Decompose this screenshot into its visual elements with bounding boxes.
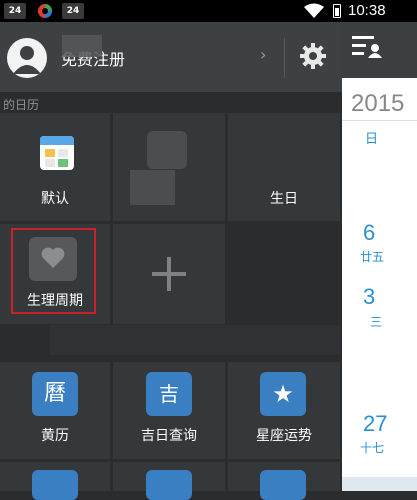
clock-icon (147, 131, 187, 169)
account-header[interactable]: 免费注册 › (0, 22, 342, 92)
tool-item[interactable] (113, 462, 225, 500)
date-number[interactable]: 27 (363, 411, 387, 437)
date-number[interactable]: 6 (363, 220, 375, 246)
lunar-date: 十七 (360, 441, 385, 455)
lunar-date: 廿五 (360, 250, 385, 264)
divider (342, 120, 417, 121)
year-label: 2015 (351, 90, 405, 117)
wifi-icon (304, 3, 324, 18)
status-bar: 24 24 10:38 (0, 0, 417, 22)
tool-lucky-day[interactable]: 吉 吉日查询 (113, 362, 225, 459)
calendar-preview-panel[interactable]: 2015 日 6 廿五 3 三 27 十七 (342, 22, 417, 491)
mosaic-patch (130, 170, 175, 205)
notification-icon: 24 (62, 3, 84, 19)
tool-label: 黄历 (41, 428, 69, 444)
chevron-right-icon: › (260, 45, 267, 64)
panel-footer (342, 477, 417, 491)
user-icon (13, 46, 41, 74)
selection-highlight (11, 228, 96, 314)
tool-item[interactable] (0, 462, 110, 500)
gear-icon[interactable] (298, 41, 328, 71)
battery-icon (333, 4, 341, 18)
add-calendar-button[interactable] (113, 224, 225, 324)
divider (284, 38, 285, 78)
calendar-label: 生日 (270, 191, 298, 207)
weather-icon (146, 470, 192, 500)
tool-label: 吉日查询 (141, 428, 197, 444)
menu-icon[interactable] (352, 34, 382, 60)
tool-almanac[interactable]: 曆 黄历 (0, 362, 110, 459)
avatar[interactable] (7, 38, 47, 78)
weekday-label: 日 (365, 132, 379, 147)
section-label-calendars: 的日历 (3, 98, 40, 112)
clock: 10:38 (348, 2, 386, 19)
add-icon (152, 257, 186, 291)
star-icon: ★ (260, 372, 306, 416)
calendar-default[interactable]: 默认 (0, 113, 110, 221)
lunar-date: 三 (370, 315, 383, 329)
app-notification-icon (34, 3, 56, 19)
calendar-birthday[interactable]: 生日 (228, 113, 340, 221)
panel-header (342, 22, 417, 78)
tool-label: 星座运势 (256, 428, 312, 444)
notification-icon: 24 (4, 3, 26, 19)
date-number[interactable]: 3 (363, 284, 375, 310)
tool-horoscope[interactable]: ★ 星座运势 (228, 362, 340, 459)
tool-icon (260, 470, 306, 500)
calendar-icon (40, 136, 74, 170)
almanac-icon: 曆 (32, 372, 78, 416)
mosaic-patch (50, 325, 340, 355)
lucky-day-icon: 吉 (146, 372, 192, 416)
tool-item[interactable] (228, 462, 340, 500)
calendar-label: 默认 (41, 191, 69, 207)
alarm-icon (32, 470, 78, 500)
mosaic-patch (62, 35, 102, 57)
